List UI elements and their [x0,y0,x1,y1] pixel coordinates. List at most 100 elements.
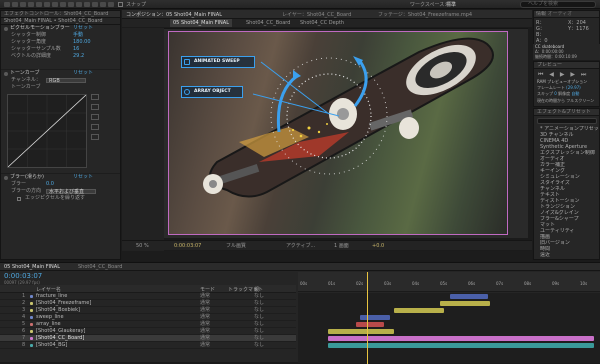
tab-footage[interactable]: フッテージ：Shot04_Freezeframe.mp4 [378,11,472,18]
effect-row[interactable]: トーンカーブ リセット [1,70,120,77]
resolution-value[interactable]: 自動 [571,91,579,96]
camera-tool-icon[interactable] [44,2,50,7]
composition-viewer[interactable]: ANIMATED SWEEP ARRAY OBJECT [164,28,528,238]
layer-bar[interactable] [356,322,384,327]
layer-bars-area[interactable] [298,272,600,364]
tab-layer[interactable]: レイヤー：Shot04_CC_Board [282,11,351,18]
home-tool-icon[interactable] [4,2,10,7]
resolution-select[interactable]: フル画質 [226,241,246,251]
layer-name[interactable]: [Shot04_CC_Board] [36,335,84,342]
layer-name[interactable]: [Shot04_BG] [36,342,67,349]
layer-bar[interactable] [450,294,488,299]
layer-name[interactable]: [Shot04_Freezeframe] [36,300,91,307]
param-value[interactable]: 180.00 [73,39,91,46]
layer-parent[interactable]: なし [254,293,264,300]
puppet-tool-icon[interactable] [108,2,114,7]
label-color[interactable] [30,302,33,305]
layer-mode[interactable]: 通常 [200,314,210,321]
layer-parent[interactable]: なし [254,300,264,307]
playback-controls[interactable]: ⏮ ◀ ▶ ▶ ⏭ [538,71,588,79]
label-color[interactable] [30,309,33,312]
hand-tool-icon[interactable] [20,2,26,7]
subtab-main[interactable]: 05 Shot04_Main FINAL [170,19,232,27]
layer-bar[interactable] [394,308,444,313]
curve-pen-icon[interactable] [91,94,99,100]
playhead[interactable] [367,272,368,364]
viewer-timecode[interactable]: 0:00:03:07 [174,241,201,251]
stamp-tool-icon[interactable] [92,2,98,7]
layer-row-selected[interactable]: 7 [Shot04_CC_Board] 通常 なし [0,335,296,342]
layer-mode[interactable]: 通常 [200,321,210,328]
layer-parent[interactable]: なし [254,314,264,321]
reset-link[interactable]: リセット [73,70,93,77]
effects-search-input[interactable] [537,118,597,124]
reset-link[interactable]: リセット [73,174,93,181]
subtab-cc-depth[interactable]: Shot04_CC Depth [300,19,344,27]
type-tool-icon[interactable] [76,2,82,7]
tab-audio[interactable]: オーディオ [548,11,573,17]
tab-info[interactable]: 情報 [536,11,546,17]
reset-link[interactable]: リセット [73,25,93,32]
effect-row[interactable]: ブラー(滑らか) リセット [1,174,120,181]
selection-tool-icon[interactable] [12,2,18,7]
brush-tool-icon[interactable] [84,2,90,7]
timeline-timecode[interactable]: 0:00:03:07 [4,272,42,280]
layer-name[interactable]: fracture_line [36,293,67,300]
time-ruler[interactable]: 00s 01s 02s 03s 04s 05s 06s 07s 08s 09s … [298,272,600,292]
curve-open-icon[interactable] [91,114,99,120]
rotate-tool-icon[interactable] [36,2,42,7]
label-color[interactable] [30,337,33,340]
fx-toggle-icon[interactable] [4,176,8,180]
label-color[interactable] [30,330,33,333]
snap-checkbox[interactable] [118,2,123,7]
layer-mode[interactable]: 通常 [200,307,210,314]
label-color[interactable] [30,323,33,326]
layer-parent[interactable]: なし [254,342,264,349]
layer-mode[interactable]: 通常 [200,300,210,307]
param-value[interactable]: 手動 [73,32,83,39]
layer-bar[interactable] [360,315,390,320]
views-select[interactable]: 1 画面 [334,241,349,251]
pen-tool-icon[interactable] [68,2,74,7]
full-screen-checkbox[interactable]: フルスクリーン [566,98,594,103]
layer-mode[interactable]: 通常 [200,293,210,300]
layer-name[interactable]: [Shot04_Boxbiek] [36,307,80,314]
layer-name[interactable]: sweep_line [36,314,64,321]
layer-name[interactable]: [Shot04_Glaukeray] [36,328,86,335]
layer-row[interactable]: 3 [Shot04_Boxbiek] 通常 なし [0,307,296,314]
label-color[interactable] [30,295,33,298]
curve-pencil-icon[interactable] [91,104,99,110]
camera-select[interactable]: アクティブ... [286,241,315,251]
layer-mode[interactable]: 通常 [200,335,210,342]
layer-row[interactable]: 6 [Shot04_Glaukeray] 通常 なし [0,328,296,335]
blur-direction-select[interactable]: 水平および垂直 [46,189,96,195]
param-value[interactable]: 29.2 [73,53,84,60]
layer-mode[interactable]: 通常 [200,342,210,349]
edge-repeat-checkbox[interactable] [17,197,21,201]
channel-select[interactable]: RGB [46,78,86,84]
effects-list-item[interactable]: 遠近 [534,252,600,258]
pan-behind-tool-icon[interactable] [52,2,58,7]
layer-parent[interactable]: なし [254,307,264,314]
curve-graph[interactable] [7,94,87,168]
timeline-tab-cc-board[interactable]: Shot04_CC_Board [78,264,122,270]
effect-row[interactable]: ピクセルモーションブラー リセット [1,25,120,32]
timeline-tab-main[interactable]: 05 Shot04_Main FINAL [4,264,60,270]
curve-save-icon[interactable] [91,124,99,130]
zoom-select[interactable]: 50 % [136,241,149,251]
layer-name[interactable]: array_line [36,321,61,328]
tab-composition[interactable]: コンポジション：05 Shot04_Main FINAL [126,11,222,18]
param-value[interactable]: 0.0 [46,181,54,188]
composition-canvas[interactable]: ANIMATED SWEEP ARRAY OBJECT [168,31,508,235]
layer-mode[interactable]: 通常 [200,328,210,335]
zoom-tool-icon[interactable] [28,2,34,7]
fx-toggle-icon[interactable] [4,27,8,31]
effect-controls-tab[interactable]: エフェクトコントロール：Shot04_CC_Board [1,11,120,18]
layer-parent[interactable]: なし [254,335,264,342]
layer-parent[interactable]: なし [254,328,264,335]
layer-row[interactable]: 8 [Shot04_BG] 通常 なし [0,342,296,349]
eraser-tool-icon[interactable] [100,2,106,7]
from-current-checkbox[interactable]: 現在の時間から [537,98,565,103]
layer-row[interactable]: 1 fracture_line 通常 なし [0,293,296,300]
fx-toggle-icon[interactable] [4,72,8,76]
